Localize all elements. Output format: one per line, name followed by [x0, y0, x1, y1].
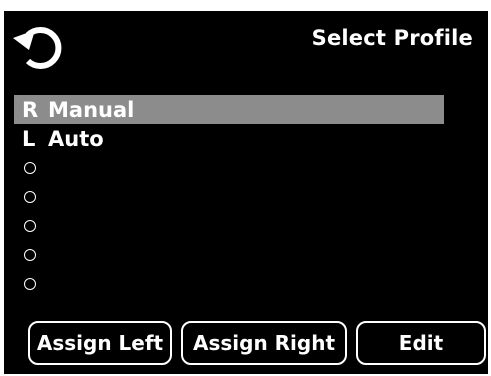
profile-screen: Select Profile R Manual L Auto Assign Le… [4, 11, 488, 374]
profile-row-2[interactable]: L Auto [14, 124, 444, 153]
empty-slot-circle-icon [24, 161, 36, 174]
page-title: Select Profile [311, 26, 473, 50]
profile-row-6[interactable] [14, 240, 444, 269]
profile-row-1[interactable]: R Manual [14, 95, 444, 124]
action-bar: Assign Left Assign Right Edit [28, 321, 486, 365]
profile-row-4[interactable] [14, 182, 444, 211]
empty-slot-circle-icon [24, 219, 36, 232]
empty-slot-circle-icon [24, 248, 36, 261]
empty-slot-circle-icon [24, 190, 36, 203]
assign-right-button[interactable]: Assign Right [181, 321, 347, 365]
profile-list: R Manual L Auto [14, 95, 444, 298]
profile-name: Auto [48, 126, 104, 151]
assign-left-button[interactable]: Assign Left [28, 321, 172, 365]
edit-button[interactable]: Edit [356, 321, 486, 365]
profile-row-7[interactable] [14, 269, 444, 298]
empty-slot-circle-icon [24, 277, 36, 290]
profile-row-5[interactable] [14, 211, 444, 240]
profile-side-label: R [22, 97, 39, 122]
back-button[interactable] [11, 22, 65, 72]
refresh-icon [13, 27, 62, 69]
profile-row-3[interactable] [14, 153, 444, 182]
profile-side-label: L [22, 126, 36, 151]
profile-name: Manual [48, 97, 135, 122]
